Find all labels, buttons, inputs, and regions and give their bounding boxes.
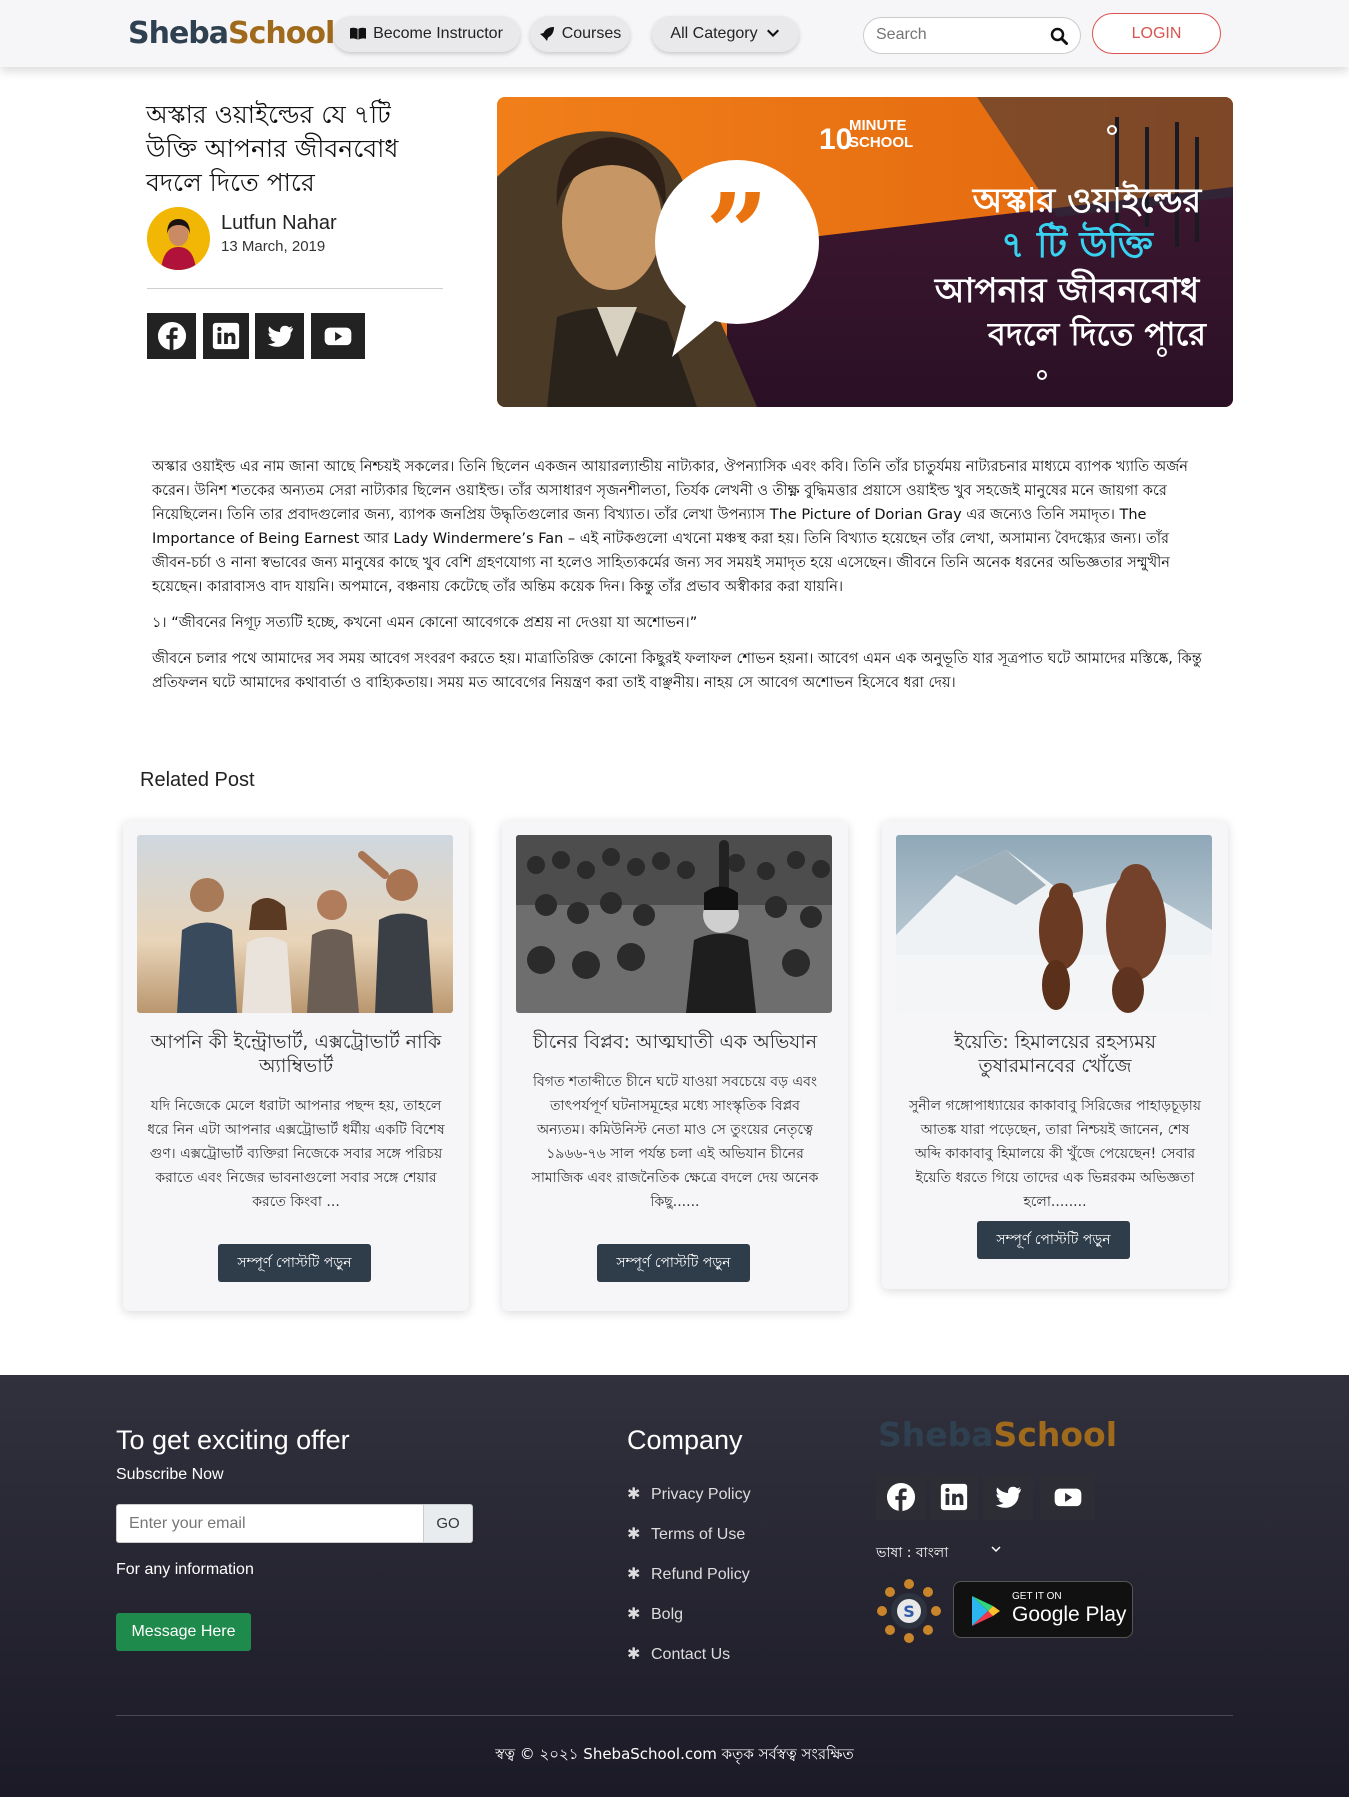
asterisk-icon: ✱ <box>627 1646 641 1663</box>
logo-text-school: School <box>993 1415 1118 1454</box>
footer-divider <box>116 1715 1233 1716</box>
related-post-title[interactable]: চীনের বিপ্লব: আত্মঘাতী এক অভিযান <box>526 1030 824 1054</box>
linkedin-icon <box>212 322 240 350</box>
subscribe-label: Subscribe Now <box>116 1466 224 1483</box>
banner-line-2: ৭ টি উক্তি <box>1001 221 1154 266</box>
become-instructor-label: Become Instructor <box>373 25 503 42</box>
search-input[interactable] <box>876 26 1046 44</box>
asterisk-icon: ✱ <box>627 1486 641 1503</box>
twitter-icon <box>995 1486 1022 1508</box>
linkedin-share-button[interactable] <box>203 313 249 359</box>
footer-twitter-button[interactable] <box>983 1474 1033 1520</box>
courses-label: Courses <box>561 25 622 42</box>
login-button[interactable]: LOGIN <box>1092 13 1221 54</box>
read-full-post-button[interactable]: সম্পূর্ণ পোস্টটি পড়ুন <box>597 1244 750 1282</box>
all-category-label: All Category <box>670 25 758 42</box>
hero-banner-image: ” 10 MINUTE SCHOOL অস্কার ওয়াইল্ডের ৭ ট… <box>497 97 1233 407</box>
all-category-dropdown[interactable]: All Category <box>652 16 799 52</box>
site-logo[interactable]: ShebaSchool <box>128 16 335 51</box>
twitter-share-button[interactable] <box>255 313 304 359</box>
offer-heading: To get exciting offer <box>116 1425 350 1455</box>
top-navbar: ShebaSchool Become Instructor Courses Al… <box>0 0 1349 67</box>
become-instructor-button[interactable]: Become Instructor <box>333 16 520 52</box>
linkedin-icon <box>940 1483 968 1511</box>
related-post-image[interactable] <box>516 835 832 1013</box>
post-title: অস্কার ওয়াইল্ডের যে ৭টি উক্তি আপনার জীব… <box>146 100 399 197</box>
facebook-share-button[interactable] <box>147 313 196 359</box>
asterisk-icon: ✱ <box>627 1526 641 1543</box>
read-full-post-button[interactable]: সম্পূর্ণ পোস্টটি পড়ুন <box>977 1221 1130 1259</box>
author-avatar[interactable] <box>147 207 210 270</box>
company-heading: Company <box>627 1425 743 1455</box>
post-date: 13 March, 2019 <box>221 238 326 255</box>
google-play-icon <box>972 1596 1000 1626</box>
banner-line-1: অস্কার ওয়াইল্ডের <box>972 180 1203 221</box>
gplay-big-text: Google Play <box>1012 1603 1127 1626</box>
related-post-title[interactable]: ইয়েতি: হিমালয়ের রহস্যময় তুষারমানবের খ… <box>906 1030 1204 1078</box>
footer-linkedin-button[interactable] <box>930 1474 978 1520</box>
related-post-excerpt: বিগত শতাব্দীতে চীনে ঘটে যাওয়া সবচেয়ে ব… <box>531 1074 819 1210</box>
footer-facebook-button[interactable] <box>876 1474 926 1520</box>
chevron-down-icon <box>766 29 779 37</box>
search-icon[interactable] <box>1050 27 1068 45</box>
footer-logo[interactable]: ShebaSchool <box>878 1415 1117 1454</box>
twitter-icon <box>267 325 293 347</box>
gplay-small-text: GET IT ON <box>1012 1591 1062 1602</box>
language-selector[interactable]: ভাষা : বাংলা <box>876 1541 948 1565</box>
email-field[interactable]: Enter your email <box>116 1504 424 1543</box>
footer-link-privacy-policy[interactable]: ✱ Privacy Policy <box>627 1484 751 1504</box>
footer-link-blog[interactable]: ✱ Bolg <box>627 1604 683 1624</box>
site-footer: To get exciting offer Subscribe Now Ente… <box>0 1375 1349 1797</box>
related-post-card: ইয়েতি: হিমালয়ের রহস্যময় তুষারমানবের খ… <box>882 821 1228 1289</box>
footer-link-refund-policy[interactable]: ✱ Refund Policy <box>627 1564 750 1584</box>
related-post-title[interactable]: আপনি কী ইন্ট্রোভার্ট, এক্সট্রোভার্ট নাকি… <box>147 1030 445 1078</box>
copyright-text: স্বত্ব © ২০২১ ShebaSchool.com কতৃক সর্বস… <box>495 1745 854 1763</box>
asterisk-icon: ✱ <box>627 1606 641 1623</box>
logo-text-sheba: Sheba <box>128 16 229 51</box>
read-full-post-button[interactable]: সম্পূর্ণ পোস্টটি পড়ুন <box>218 1244 371 1282</box>
brand-number: 10 <box>819 123 852 156</box>
related-post-heading: Related Post <box>140 769 255 791</box>
book-icon <box>350 27 367 40</box>
youtube-share-button[interactable] <box>311 313 365 359</box>
footer-link-terms-of-use[interactable]: ✱ Terms of Use <box>627 1524 745 1544</box>
logo-text-school: School <box>228 16 335 51</box>
info-label: For any information <box>116 1561 254 1578</box>
facebook-icon <box>157 321 186 351</box>
banner-line-4: বদলে দিতে পারে <box>987 314 1207 353</box>
author-name[interactable]: Lutfun Nahar <box>221 212 337 235</box>
asterisk-icon: ✱ <box>627 1566 641 1583</box>
article-paragraph: অস্কার ওয়াইল্ড এর নাম জানা আছে নিশ্চয়ই… <box>152 459 1188 595</box>
footer-link-contact-us[interactable]: ✱ Contact Us <box>627 1644 730 1664</box>
rocket-icon <box>539 27 554 41</box>
logo-text-sheba: Sheba <box>878 1415 994 1454</box>
divider <box>147 288 443 289</box>
related-post-card: চীনের বিপ্লব: আত্মঘাতী এক অভিযান বিগত শত… <box>502 821 848 1311</box>
footer-youtube-button[interactable] <box>1040 1474 1095 1520</box>
youtube-icon <box>1054 1488 1081 1507</box>
search-box <box>863 17 1081 54</box>
article-quote-1: ১। “জীবনের নিগূঢ় সত্যটি হচ্ছে, কখনো এমন… <box>152 615 698 631</box>
article-body: অস্কার ওয়াইল্ড এর নাম জানা আছে নিশ্চয়ই… <box>152 455 1202 707</box>
svg-text:”: ” <box>705 169 768 298</box>
brand-line1: MINUTE <box>849 117 907 134</box>
chevron-down-icon[interactable] <box>990 1543 1002 1555</box>
related-post-image[interactable] <box>137 835 453 1013</box>
svg-text:S: S <box>903 1602 915 1621</box>
message-here-button[interactable]: Message Here <box>116 1613 251 1651</box>
google-play-badge[interactable]: GET IT ON Google Play <box>953 1581 1133 1638</box>
courses-button[interactable]: Courses <box>530 16 630 52</box>
brand-line2: SCHOOL <box>849 134 913 151</box>
related-post-excerpt: সুনীল গঙ্গোপাধ্যায়ের কাকাবাবু সিরিজের প… <box>908 1098 1202 1210</box>
banner-line-3: আপনার জীবনবোধ <box>934 268 1201 311</box>
related-post-excerpt: যদি নিজেকে মেলে ধরাটা আপনার পছন্দ হয়, ত… <box>147 1098 445 1210</box>
facebook-icon <box>886 1482 916 1512</box>
related-post-image[interactable] <box>896 835 1212 1013</box>
article-paragraph: জীবনে চলার পথে আমাদের সব সময় আবেগ সংবরণ… <box>152 651 1202 691</box>
app-badge-icon[interactable]: S <box>876 1578 942 1644</box>
related-post-card: আপনি কী ইন্ট্রোভার্ট, এক্সট্রোভার্ট নাকি… <box>123 821 469 1311</box>
youtube-icon <box>324 327 352 346</box>
subscribe-go-button[interactable]: GO <box>423 1504 473 1543</box>
